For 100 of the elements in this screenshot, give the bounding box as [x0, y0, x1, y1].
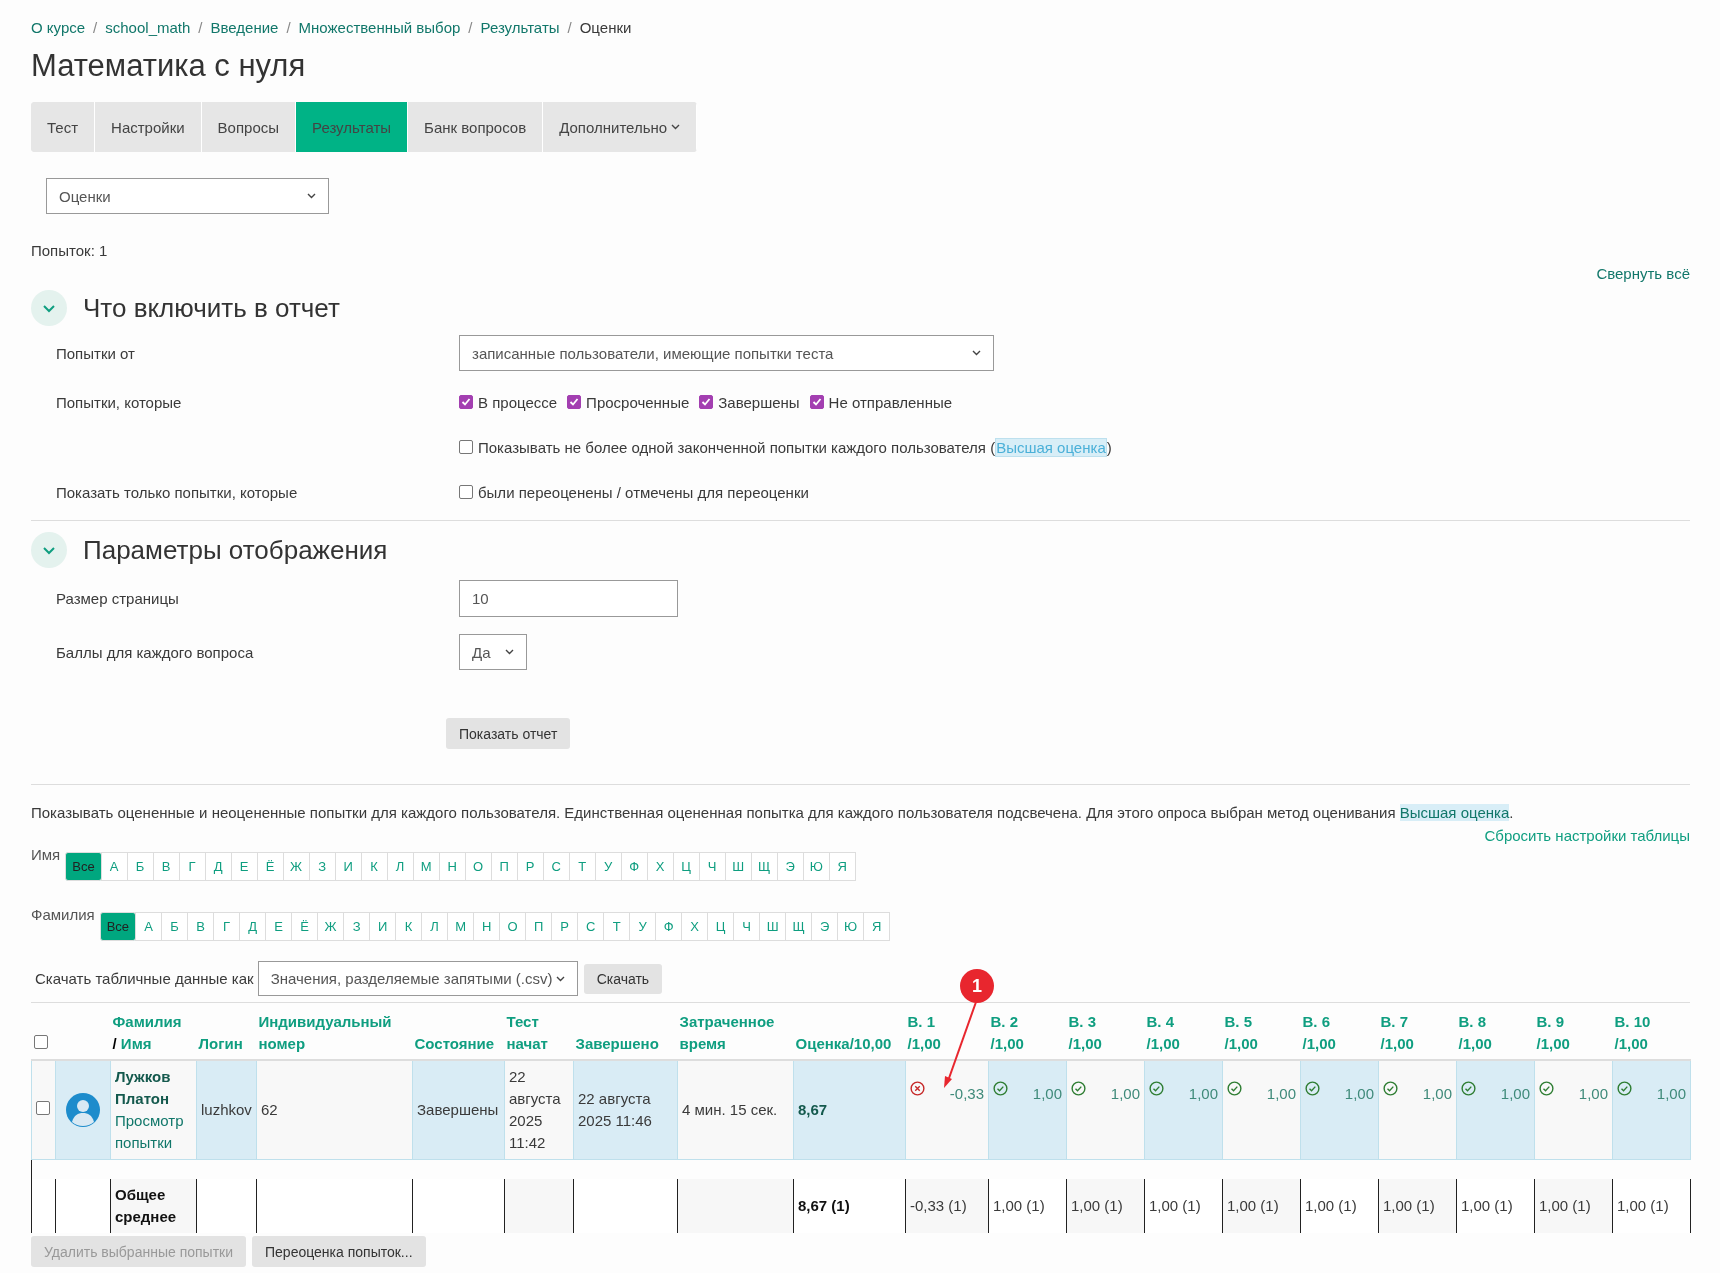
letter-filter[interactable]: Х	[646, 852, 674, 881]
breadcrumb-link[interactable]: Множественный выбор	[298, 18, 461, 36]
letter-filter[interactable]: Ё	[256, 852, 284, 881]
question-mark-link[interactable]: 1,00	[1500, 1083, 1530, 1105]
checkbox[interactable]	[699, 395, 714, 409]
column-header[interactable]: В. 8 /1,00	[1458, 1011, 1492, 1055]
letter-filter[interactable]: Э	[811, 912, 839, 941]
letter-filter[interactable]: Г	[178, 852, 206, 881]
tab[interactable]: Результаты	[296, 102, 409, 152]
format-select[interactable]: Значения, разделяемые запятыми (.csv)	[257, 961, 578, 996]
grade-link[interactable]: 8,67	[798, 1100, 828, 1118]
letter-filter[interactable]: Ё	[291, 912, 319, 941]
collapse-all-link[interactable]: Свернуть всё	[1596, 265, 1690, 282]
show-report-button[interactable]: Показать отчет	[446, 718, 571, 749]
letter-filter[interactable]: Ч	[698, 852, 726, 881]
letter-filter[interactable]: П	[525, 912, 553, 941]
letter-filter[interactable]: В	[187, 912, 215, 941]
letter-filter[interactable]: Д	[204, 852, 232, 881]
checkbox[interactable]	[567, 395, 582, 409]
letter-filter[interactable]: П	[490, 852, 518, 881]
collapse-toggle[interactable]	[31, 290, 67, 326]
column-header[interactable]: Имя	[120, 1033, 152, 1055]
question-mark-link[interactable]: -0,33	[949, 1083, 984, 1105]
question-mark-link[interactable]: 1,00	[1578, 1083, 1608, 1105]
letter-filter[interactable]: Ю	[837, 912, 865, 941]
letter-filter[interactable]: З	[343, 912, 371, 941]
letter-filter[interactable]: Х	[681, 912, 709, 941]
letter-filter[interactable]: Э	[776, 852, 804, 881]
collapse-toggle[interactable]	[31, 532, 67, 568]
column-header[interactable]: Оценка/10,00	[795, 1033, 892, 1055]
letter-filter[interactable]: И	[334, 852, 362, 881]
marks-select[interactable]: Да	[459, 634, 527, 670]
letter-filter[interactable]: У	[629, 912, 657, 941]
letter-filter[interactable]: О	[499, 912, 527, 941]
letter-filter[interactable]: Ш	[759, 912, 787, 941]
column-header[interactable]: В. 1 /1,00	[907, 1011, 941, 1055]
letter-filter[interactable]: Ц	[707, 912, 735, 941]
letter-filter[interactable]: Ш	[724, 852, 752, 881]
letter-filter[interactable]: Ч	[733, 912, 761, 941]
review-attempt-link[interactable]: Просмотр попытки	[115, 1109, 192, 1154]
letter-filter[interactable]: К	[360, 852, 388, 881]
checkbox[interactable]	[36, 1100, 50, 1115]
letter-filter[interactable]: Все	[65, 852, 102, 881]
tab[interactable]: Тест	[31, 102, 96, 152]
letter-filter[interactable]: А	[135, 912, 163, 941]
breadcrumb-link[interactable]: school_math	[105, 18, 191, 36]
column-header[interactable]: Тест начат	[506, 1011, 572, 1055]
column-header[interactable]: Состояние	[414, 1033, 495, 1055]
breadcrumb-link[interactable]: Введение	[210, 18, 279, 36]
letter-filter[interactable]: З	[308, 852, 336, 881]
column-header[interactable]: В. 3 /1,00	[1068, 1011, 1102, 1055]
letter-filter[interactable]: Я	[863, 912, 891, 941]
attempts-select[interactable]: записанные пользователи, имеющие попытки теста	[459, 335, 994, 371]
letter-filter[interactable]: Л	[386, 852, 414, 881]
checkbox[interactable]	[33, 1035, 48, 1049]
checkbox[interactable]	[809, 395, 824, 409]
letter-filter[interactable]: Е	[265, 912, 293, 941]
letter-filter[interactable]: Г	[213, 912, 241, 941]
letter-filter[interactable]: Б	[126, 852, 154, 881]
letter-filter[interactable]: Т	[603, 912, 631, 941]
letter-filter[interactable]: М	[447, 912, 475, 941]
letter-filter[interactable]: Д	[239, 912, 267, 941]
letter-filter[interactable]: Н	[473, 912, 501, 941]
report-select[interactable]: Оценки	[46, 178, 329, 214]
letter-filter[interactable]: Р	[516, 852, 544, 881]
breadcrumb-link[interactable]: О курсе	[31, 18, 86, 36]
letter-filter[interactable]: М	[412, 852, 440, 881]
column-header[interactable]: В. 9 /1,00	[1536, 1011, 1570, 1055]
column-header[interactable]: В. 10 /1,00	[1614, 1011, 1651, 1055]
grading-method-link[interactable]: Высшая оценка	[995, 437, 1107, 457]
letter-filter[interactable]: Л	[421, 912, 449, 941]
letter-filter[interactable]: Р	[551, 912, 579, 941]
download-button[interactable]: Скачать	[583, 963, 663, 994]
letter-filter[interactable]: Я	[828, 852, 856, 881]
letter-filter[interactable]: Щ	[750, 852, 778, 881]
letter-filter[interactable]: Н	[438, 852, 466, 881]
letter-filter[interactable]: Щ	[785, 912, 813, 941]
column-header[interactable]: Индивидуальный номер	[258, 1011, 411, 1055]
question-mark-link[interactable]: 1,00	[1344, 1083, 1374, 1105]
letter-filter[interactable]: А	[100, 852, 128, 881]
letter-filter[interactable]: Б	[161, 912, 189, 941]
action-button[interactable]: Переоценка попыток...	[252, 1236, 426, 1267]
letter-filter[interactable]: К	[395, 912, 423, 941]
question-mark-link[interactable]: 1,00	[1032, 1083, 1062, 1105]
letter-filter[interactable]: В	[152, 852, 180, 881]
letter-filter[interactable]: Т	[568, 852, 596, 881]
letter-filter[interactable]: Ф	[620, 852, 648, 881]
letter-filter[interactable]: Ц	[672, 852, 700, 881]
letter-filter[interactable]: Е	[230, 852, 258, 881]
column-header[interactable]: Затраченное время	[679, 1011, 792, 1055]
checkbox[interactable]	[459, 395, 473, 409]
question-mark-link[interactable]: 1,00	[1188, 1083, 1218, 1105]
letter-filter[interactable]: С	[542, 852, 570, 881]
student-name[interactable]: Лужков Платон	[115, 1065, 192, 1110]
checkbox[interactable]	[459, 440, 473, 454]
page-size-field[interactable]: 10	[459, 579, 678, 617]
column-header[interactable]: В. 2 /1,00	[990, 1011, 1024, 1055]
letter-filter[interactable]: Все	[99, 912, 137, 941]
letter-filter[interactable]: О	[464, 852, 492, 881]
letter-filter[interactable]: У	[594, 852, 622, 881]
